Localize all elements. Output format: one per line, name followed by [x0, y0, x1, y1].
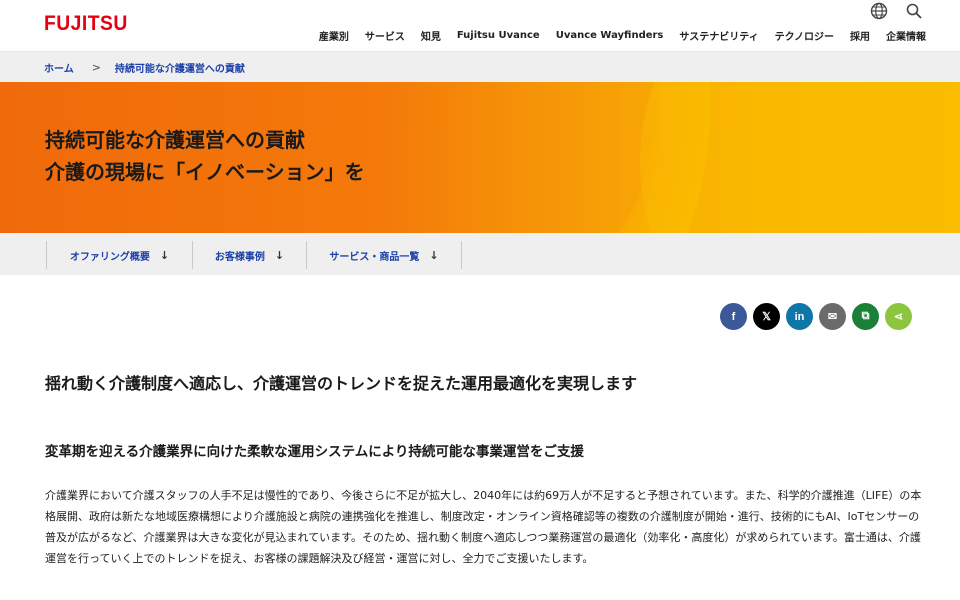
- anchor-label: オファリング概要: [69, 251, 150, 263]
- linkedin-icon: in: [794, 310, 805, 323]
- x-icon: 𝕏: [762, 311, 771, 323]
- fujitsu-logo[interactable]: FUJITSU: [44, 12, 128, 36]
- intro-paragraph: 介護業界において介護スタッフの人手不足は慢性的であり、今後さらに不足が拡大し、2…: [45, 489, 922, 565]
- global-nav: 産業別 サービス 知見 Fujitsu Uvance Uvance Wayfin…: [319, 28, 926, 43]
- breadcrumb: ホーム > 持続可能な介護運営への貢献: [0, 52, 960, 82]
- search-icon[interactable]: [906, 3, 922, 19]
- x-share-button[interactable]: 𝕏: [753, 303, 780, 330]
- nav-item-insights[interactable]: 知見: [421, 28, 441, 43]
- email-share-button[interactable]: ✉: [819, 303, 846, 330]
- copy-icon: ⧉: [861, 310, 870, 322]
- globe-icon[interactable]: [870, 2, 888, 20]
- nav-item-industries[interactable]: 産業別: [319, 28, 349, 43]
- utility-icons: [870, 2, 922, 20]
- nav-item-uvance[interactable]: Fujitsu Uvance: [457, 30, 540, 41]
- section-subheading: 変革期を迎える介護業界に向けた柔軟な運用システムにより持続可能な事業運営をご支援: [45, 444, 584, 460]
- section-heading: 揺れ動く介護制度へ適応し、介護運営のトレンドを捉えた運用最適化を実現します: [45, 374, 638, 393]
- share-button[interactable]: ⋖: [885, 303, 912, 330]
- hero-title-line2: 介護の現場に「イノベーション」を: [45, 160, 365, 184]
- hero-decoration: [640, 82, 960, 233]
- anchor-customer-cases[interactable]: お客様事例 ↓: [192, 241, 306, 269]
- hero-title-line1: 持続可能な介護運営への貢献: [45, 128, 305, 152]
- arrow-down-icon: ↓: [159, 248, 170, 262]
- copy-link-button[interactable]: ⧉: [852, 303, 879, 330]
- in-page-nav: オファリング概要 ↓ お客様事例 ↓ サービス・商品一覧 ↓: [0, 233, 960, 275]
- facebook-icon: f: [731, 310, 736, 323]
- chevron-right-icon: >: [91, 60, 101, 74]
- linkedin-share-button[interactable]: in: [786, 303, 813, 330]
- anchor-label: サービス・商品一覧: [329, 251, 420, 263]
- nav-item-services[interactable]: サービス: [365, 28, 405, 43]
- nav-item-about[interactable]: 企業情報: [886, 28, 926, 43]
- nav-item-sustainability[interactable]: サステナビリティ: [679, 28, 758, 43]
- facebook-share-button[interactable]: f: [720, 303, 747, 330]
- nav-item-wayfinders[interactable]: Uvance Wayfinders: [556, 30, 664, 41]
- breadcrumb-current[interactable]: 持続可能な介護運営への貢献: [115, 60, 245, 75]
- hero-banner: 持続可能な介護運営への貢献 介護の現場に「イノベーション」を: [0, 82, 960, 233]
- nav-item-technology[interactable]: テクノロジー: [775, 28, 834, 43]
- anchor-offering-overview[interactable]: オファリング概要 ↓: [46, 241, 192, 269]
- anchor-services-products[interactable]: サービス・商品一覧 ↓: [306, 241, 462, 269]
- breadcrumb-home[interactable]: ホーム: [44, 60, 74, 75]
- anchor-label: お客様事例: [214, 251, 265, 263]
- arrow-down-icon: ↓: [429, 248, 439, 262]
- share-icon: ⋖: [893, 311, 904, 323]
- nav-item-careers[interactable]: 採用: [850, 28, 870, 43]
- site-header: FUJITSU 産業別 サービス 知見 Fujitsu Uvance Uvanc…: [0, 0, 960, 52]
- mail-icon: ✉: [827, 311, 838, 323]
- share-buttons: f 𝕏 in ✉ ⧉ ⋖: [720, 303, 912, 330]
- arrow-down-icon: ↓: [274, 248, 285, 262]
- page-title: 持続可能な介護運営への貢献 介護の現場に「イノベーション」を: [45, 124, 365, 188]
